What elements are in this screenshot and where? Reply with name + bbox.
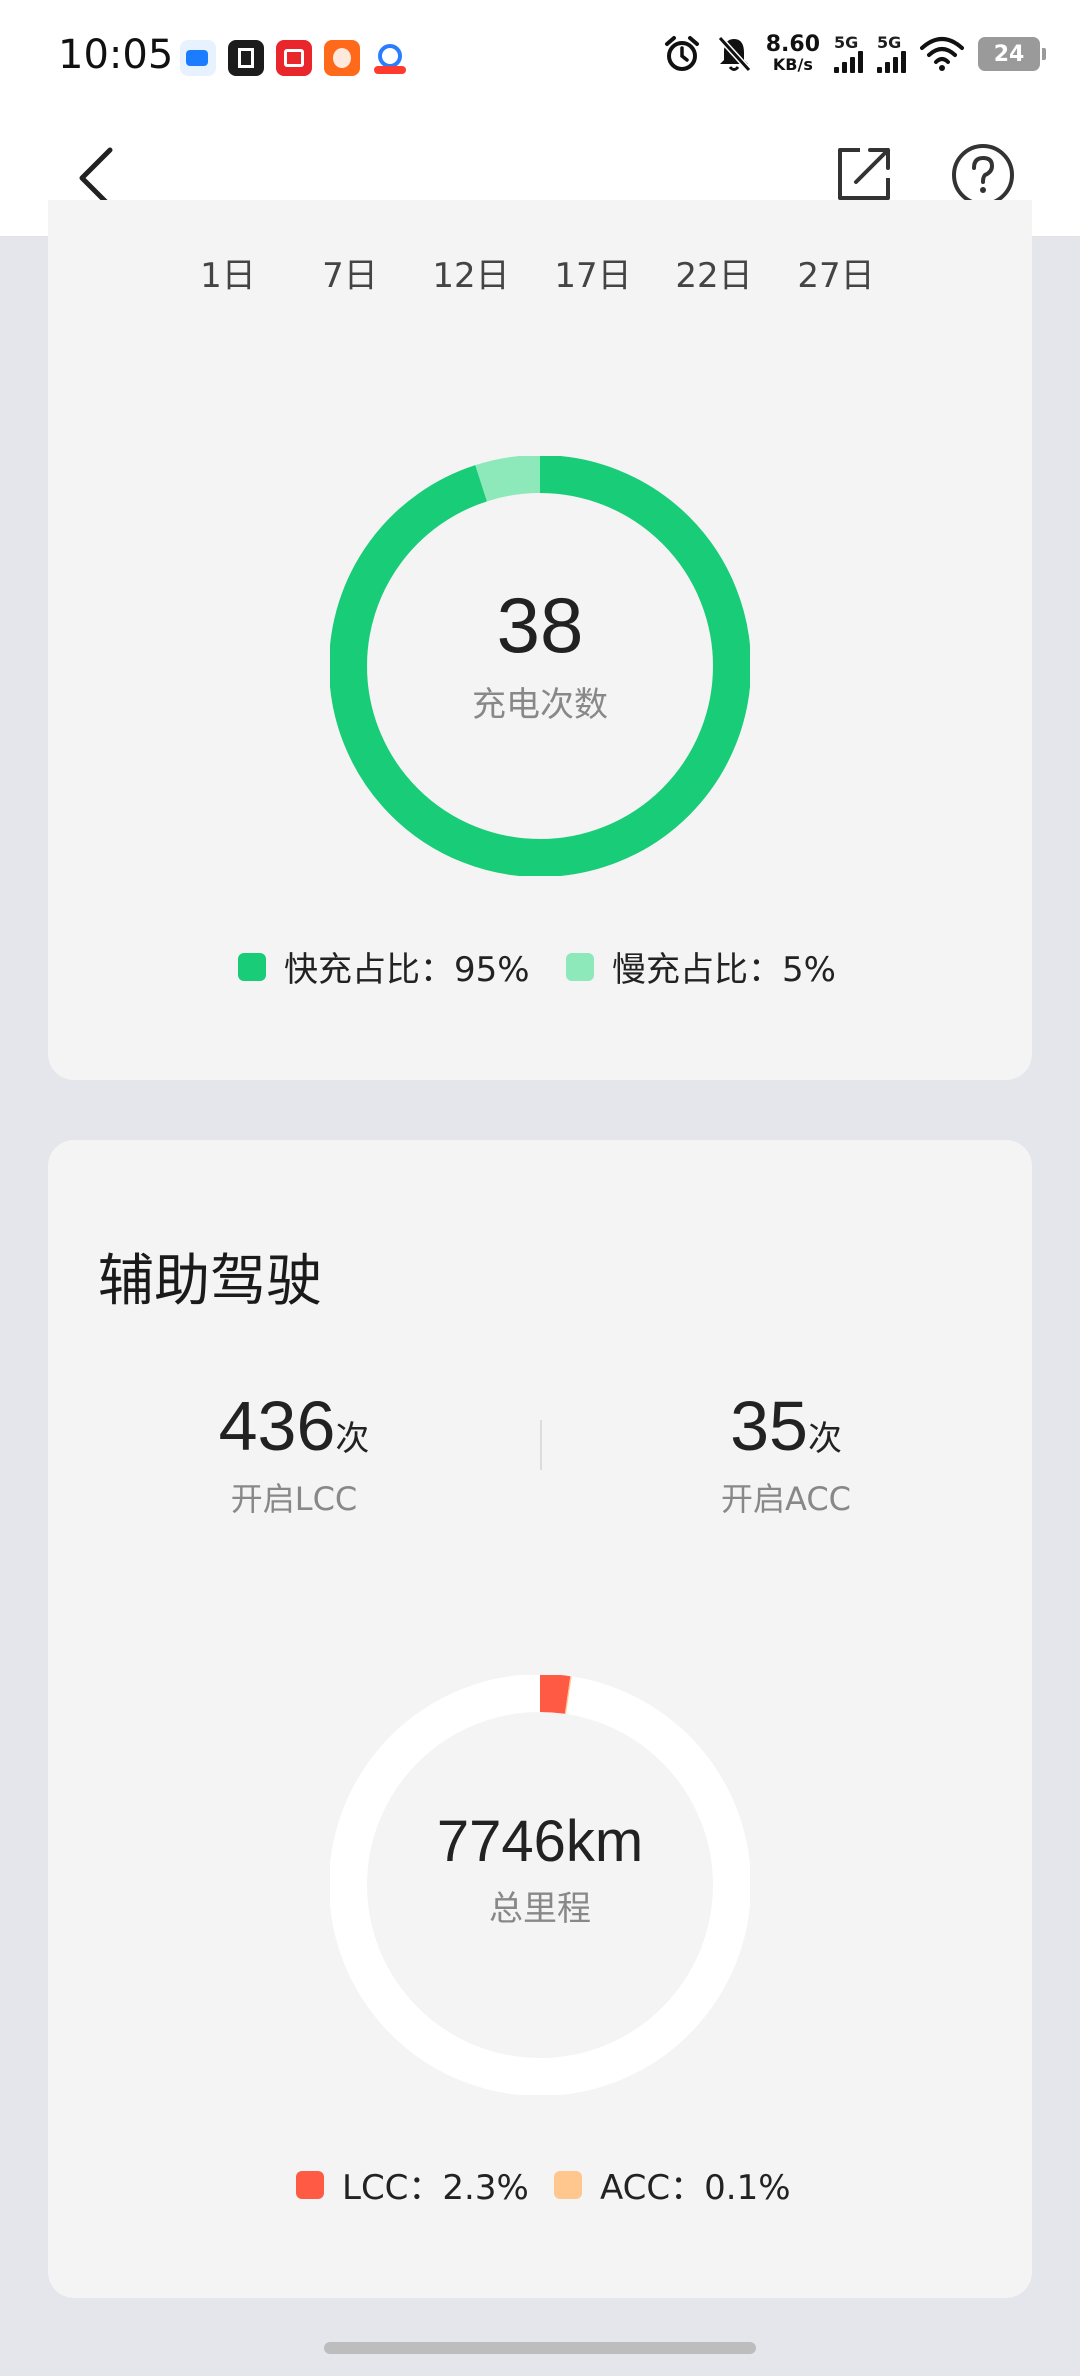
acc-label: 开启ACC <box>720 1480 852 1518</box>
app-notification-icon-5 <box>372 40 408 76</box>
status-time: 10:05 <box>58 32 174 78</box>
lcc-stat: 436次 开启LCC <box>144 1386 444 1520</box>
lcc-count: 436 <box>218 1387 336 1465</box>
x-tick-label: 7日 <box>322 256 378 296</box>
chart-x-axis-labels: 1日 7日 12日 17日 22日 27日 <box>0 248 1080 298</box>
share-external-icon[interactable] <box>832 142 896 206</box>
slow-charge-swatch <box>566 952 594 981</box>
fast-charge-legend: 快充占比：95% <box>238 942 530 991</box>
sim2-signal-bars-icon <box>877 51 906 73</box>
lcc-legend-text: LCC：2.3% <box>342 2168 529 2208</box>
sim2-signal: 5G <box>877 35 906 73</box>
sim1-signal-bars-icon <box>834 51 863 73</box>
lcc-legend: LCC：2.3% <box>296 2160 529 2209</box>
status-indicators: 8.60 KB/s 5G 5G 24 <box>662 34 1046 74</box>
sim1-signal: 5G <box>834 35 863 73</box>
question-circle-icon[interactable] <box>950 142 1016 208</box>
wifi-icon <box>920 37 964 71</box>
slow-charge-legend: 慢充占比：5% <box>566 942 836 991</box>
total-mileage-center: 7746km 总里程 <box>390 1808 690 1930</box>
slow-charge-legend-text: 慢充占比：5% <box>612 950 836 990</box>
sim2-network-type: 5G <box>877 33 902 52</box>
bell-muted-icon <box>717 35 751 73</box>
acc-legend: ACC：0.1% <box>554 2160 791 2209</box>
fast-charge-swatch <box>238 952 266 981</box>
app-notification-icon-2 <box>228 40 264 76</box>
network-speed-unit: KB/s <box>772 55 813 74</box>
assisted-driving-title: 辅助驾驶 <box>98 1249 322 1314</box>
lcc-swatch <box>296 2170 324 2199</box>
x-tick-label: 17日 <box>554 256 632 296</box>
charging-count-center: 38 充电次数 <box>390 580 690 726</box>
network-speed-value: 8.60 <box>765 32 820 57</box>
fast-charge-legend-text: 快充占比：95% <box>284 950 530 990</box>
sim1-network-type: 5G <box>834 33 859 52</box>
acc-legend-text: ACC：0.1% <box>600 2168 791 2208</box>
lcc-unit: 次 <box>335 1419 370 1459</box>
acc-count: 35 <box>730 1387 808 1465</box>
total-mileage: 7746km <box>436 1809 644 1874</box>
app-notification-icon-1 <box>180 40 216 76</box>
charging-count: 38 <box>496 581 584 669</box>
network-speed: 8.60 KB/s <box>766 34 820 74</box>
app-notification-icon-3 <box>276 40 312 76</box>
home-indicator[interactable] <box>324 2342 756 2354</box>
taobao-app-icon <box>324 40 360 76</box>
x-tick-label: 1日 <box>200 256 256 296</box>
x-tick-label: 12日 <box>432 256 510 296</box>
stat-divider <box>540 1420 542 1470</box>
acc-stat: 35次 开启ACC <box>636 1386 936 1520</box>
battery-indicator: 24 <box>978 37 1046 71</box>
x-tick-label: 27日 <box>797 256 875 296</box>
alarm-clock-icon <box>664 36 699 71</box>
lcc-label: 开启LCC <box>230 1480 358 1518</box>
acc-unit: 次 <box>807 1419 842 1459</box>
x-tick-label: 22日 <box>675 256 753 296</box>
battery-level: 24 <box>993 41 1025 67</box>
status-bar: 10:05 8.60 KB/s 5G 5G 24 <box>0 0 1080 118</box>
notification-app-icons <box>180 40 408 76</box>
acc-swatch <box>554 2170 582 2199</box>
total-mileage-label: 总里程 <box>489 1889 591 1929</box>
charging-count-label: 充电次数 <box>472 685 608 725</box>
